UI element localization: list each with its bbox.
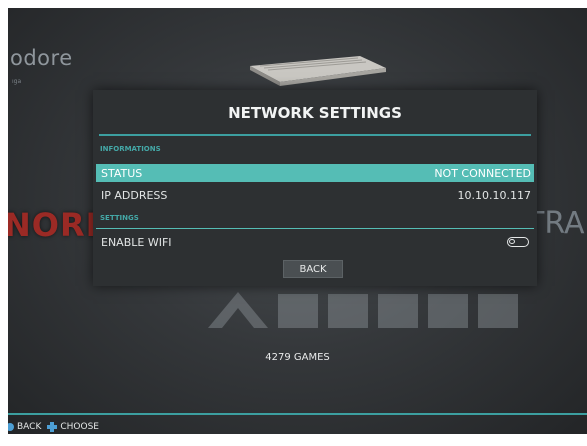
enable-wifi-row[interactable]: ENABLE WIFI (96, 233, 534, 251)
title-divider (99, 134, 531, 136)
toggle-knob (509, 239, 515, 244)
status-label: STATUS (101, 166, 143, 180)
enable-wifi-label: ENABLE WIFI (101, 235, 172, 249)
tv-screen: odore ıga NORI TRAD 4279 GAMES BACK CHOO… (8, 8, 587, 434)
b-button-icon (8, 423, 14, 431)
console-image-icon (250, 56, 386, 86)
help-choose-label: CHOOSE (60, 422, 99, 432)
network-settings-dialog: NETWORK SETTINGS INFORMATIONS STATUS NOT… (93, 90, 537, 286)
status-value: NOT CONNECTED (434, 166, 531, 180)
section-label-informations: INFORMATIONS (100, 145, 161, 153)
help-bar-divider (8, 413, 587, 415)
games-count: 4279 GAMES (265, 352, 330, 363)
ip-address-row[interactable]: IP ADDRESS 10.10.10.117 (96, 186, 534, 204)
dpad-icon (47, 422, 58, 432)
settings-divider (96, 228, 534, 229)
toggle-switch-icon[interactable] (507, 237, 529, 247)
help-back-label: BACK (17, 422, 42, 432)
section-label-settings: SETTINGS (100, 214, 139, 222)
system-brand-subtitle: ıga (12, 78, 22, 85)
background-logo-left: NORI (8, 206, 99, 244)
back-button[interactable]: BACK (283, 260, 343, 278)
system-brand-name: odore (10, 46, 73, 70)
background-game-logo (208, 292, 518, 328)
status-row[interactable]: STATUS NOT CONNECTED (96, 164, 534, 182)
help-bar: BACK CHOOSE (8, 420, 99, 434)
ip-address-value: 10.10.10.117 (457, 188, 531, 202)
dialog-title: NETWORK SETTINGS (228, 104, 402, 122)
ip-address-label: IP ADDRESS (101, 188, 168, 202)
